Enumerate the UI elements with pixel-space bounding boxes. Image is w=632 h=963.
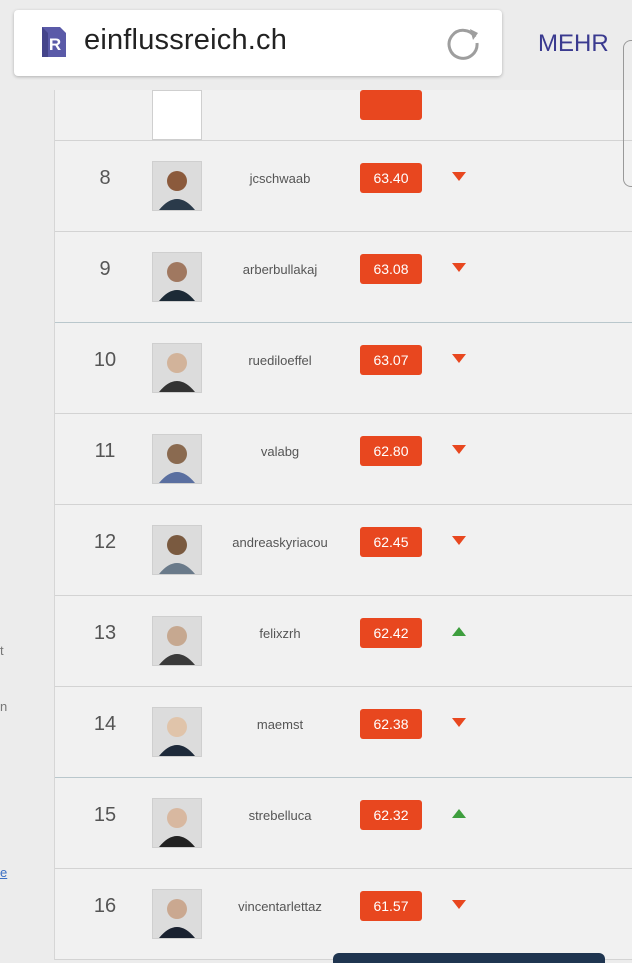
username-link[interactable]: vincentarlettaz (215, 899, 345, 914)
score-badge: 62.32 (360, 800, 422, 830)
username-link[interactable]: ruediloeffel (215, 353, 345, 368)
table-row[interactable]: 12 andreaskyriacou 62.45 (55, 505, 632, 596)
ranking-list: 8 jcschwaab 63.40 9 arberbullakaj 63.08 10 rued… (55, 0, 632, 960)
username-link[interactable]: andreaskyriacou (215, 535, 345, 550)
score-badge: 63.07 (360, 345, 422, 375)
username-link[interactable]: arberbullakaj (215, 262, 345, 277)
table-row[interactable]: 8 jcschwaab 63.40 (55, 141, 632, 232)
rank-number: 16 (93, 895, 117, 917)
trend-up-icon (452, 627, 466, 636)
avatar (152, 90, 202, 140)
url-text[interactable]: einflussreich.ch (84, 24, 287, 57)
trend-down-icon (452, 900, 466, 909)
avatar[interactable] (152, 525, 202, 575)
rank-number: 14 (93, 713, 117, 735)
table-row[interactable]: 14 maemst 62.38 (55, 687, 632, 778)
table-row[interactable]: 10 ruediloeffel 63.07 (55, 323, 632, 414)
rank-number: 11 (94, 440, 116, 462)
reload-icon[interactable] (444, 23, 482, 61)
address-bar[interactable]: R einflussreich.ch (14, 10, 502, 76)
username-link[interactable]: maemst (215, 717, 345, 732)
svg-text:R: R (49, 35, 61, 54)
avatar[interactable] (152, 889, 202, 939)
avatar[interactable] (152, 434, 202, 484)
score-badge: 62.45 (360, 527, 422, 557)
trend-up-icon (452, 809, 466, 818)
avatar[interactable] (152, 343, 202, 393)
table-row[interactable]: 11 valabg 62.80 (55, 414, 632, 505)
avatar[interactable] (152, 798, 202, 848)
rank-number: 12 (93, 531, 117, 553)
trend-down-icon (452, 354, 466, 363)
browser-toolbar: R einflussreich.ch MEHR (0, 0, 632, 90)
rank-number: 8 (99, 167, 111, 189)
trend-down-icon (452, 172, 466, 181)
username-link[interactable]: strebelluca (215, 808, 345, 823)
table-row[interactable]: 15 strebelluca 62.32 (55, 778, 632, 869)
trend-down-icon (452, 263, 466, 272)
scroll-edge-handle[interactable] (623, 40, 632, 187)
username-link[interactable]: valabg (215, 444, 345, 459)
score-badge (360, 90, 422, 120)
username-link[interactable]: felixzrh (215, 626, 345, 641)
score-badge: 63.08 (360, 254, 422, 284)
site-favicon-icon: R (42, 27, 66, 57)
avatar[interactable] (152, 616, 202, 666)
rank-number: 15 (93, 804, 117, 826)
score-badge: 63.40 (360, 163, 422, 193)
rank-number: 10 (93, 349, 117, 371)
table-row[interactable]: 13 felixzrh 62.42 (55, 596, 632, 687)
score-badge: 62.80 (360, 436, 422, 466)
score-badge: 61.57 (360, 891, 422, 921)
rank-number: 13 (93, 622, 117, 644)
table-row[interactable]: 9 arberbullakaj 63.08 (55, 232, 632, 323)
sidebar-text-fragment: t (0, 643, 4, 658)
bottom-overlay-bar[interactable] (333, 953, 605, 963)
trend-down-icon (452, 536, 466, 545)
rank-number: 9 (99, 258, 111, 280)
sidebar-link-fragment[interactable]: e (0, 865, 7, 880)
table-row[interactable]: 16 vincentarlettaz 61.57 (55, 869, 632, 960)
username-link[interactable]: jcschwaab (215, 171, 345, 186)
score-badge: 62.38 (360, 709, 422, 739)
trend-down-icon (452, 718, 466, 727)
left-sidebar: t n e (0, 0, 55, 960)
avatar[interactable] (152, 707, 202, 757)
sidebar-text-fragment: n (0, 699, 8, 714)
trend-down-icon (452, 445, 466, 454)
avatar[interactable] (152, 252, 202, 302)
score-badge: 62.42 (360, 618, 422, 648)
avatar[interactable] (152, 161, 202, 211)
more-menu-button[interactable]: MEHR (538, 30, 609, 58)
